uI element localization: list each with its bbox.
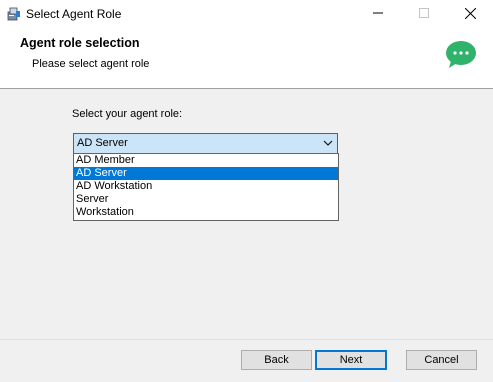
role-prompt-label: Select your agent role: [72,108,183,120]
agent-role-combobox[interactable]: AD Server [73,133,338,154]
window-title: Select Agent Role [26,7,122,21]
cancel-button[interactable]: Cancel [406,350,477,370]
maximize-button[interactable] [401,0,447,29]
chevron-down-icon [323,138,333,148]
maximize-icon [419,8,429,21]
header-banner: Agent role selection Please select agent… [0,29,493,89]
footer-divider [0,339,493,340]
agent-role-dropdown-list: AD Member AD Server AD Workstation Serve… [73,153,339,221]
installer-window: Select Agent Role Agent role selection P… [0,0,493,382]
option-workstation[interactable]: Workstation [74,206,338,219]
option-ad-member[interactable]: AD Member [74,154,338,167]
option-server[interactable]: Server [74,193,338,206]
combobox-value: AD Server [77,137,128,149]
option-ad-server[interactable]: AD Server [74,167,338,180]
minimize-icon [373,8,383,21]
page-title: Agent role selection [20,36,140,50]
minimize-button[interactable] [355,0,401,29]
close-icon [464,7,476,22]
next-button[interactable]: Next [315,350,387,370]
installer-icon [7,7,21,21]
option-ad-workstation[interactable]: AD Workstation [74,180,338,193]
page-subtitle: Please select agent role [32,58,150,70]
title-bar: Select Agent Role [0,0,493,29]
close-button[interactable] [447,0,493,29]
back-button[interactable]: Back [241,350,312,370]
chat-bubble-icon [445,40,477,70]
